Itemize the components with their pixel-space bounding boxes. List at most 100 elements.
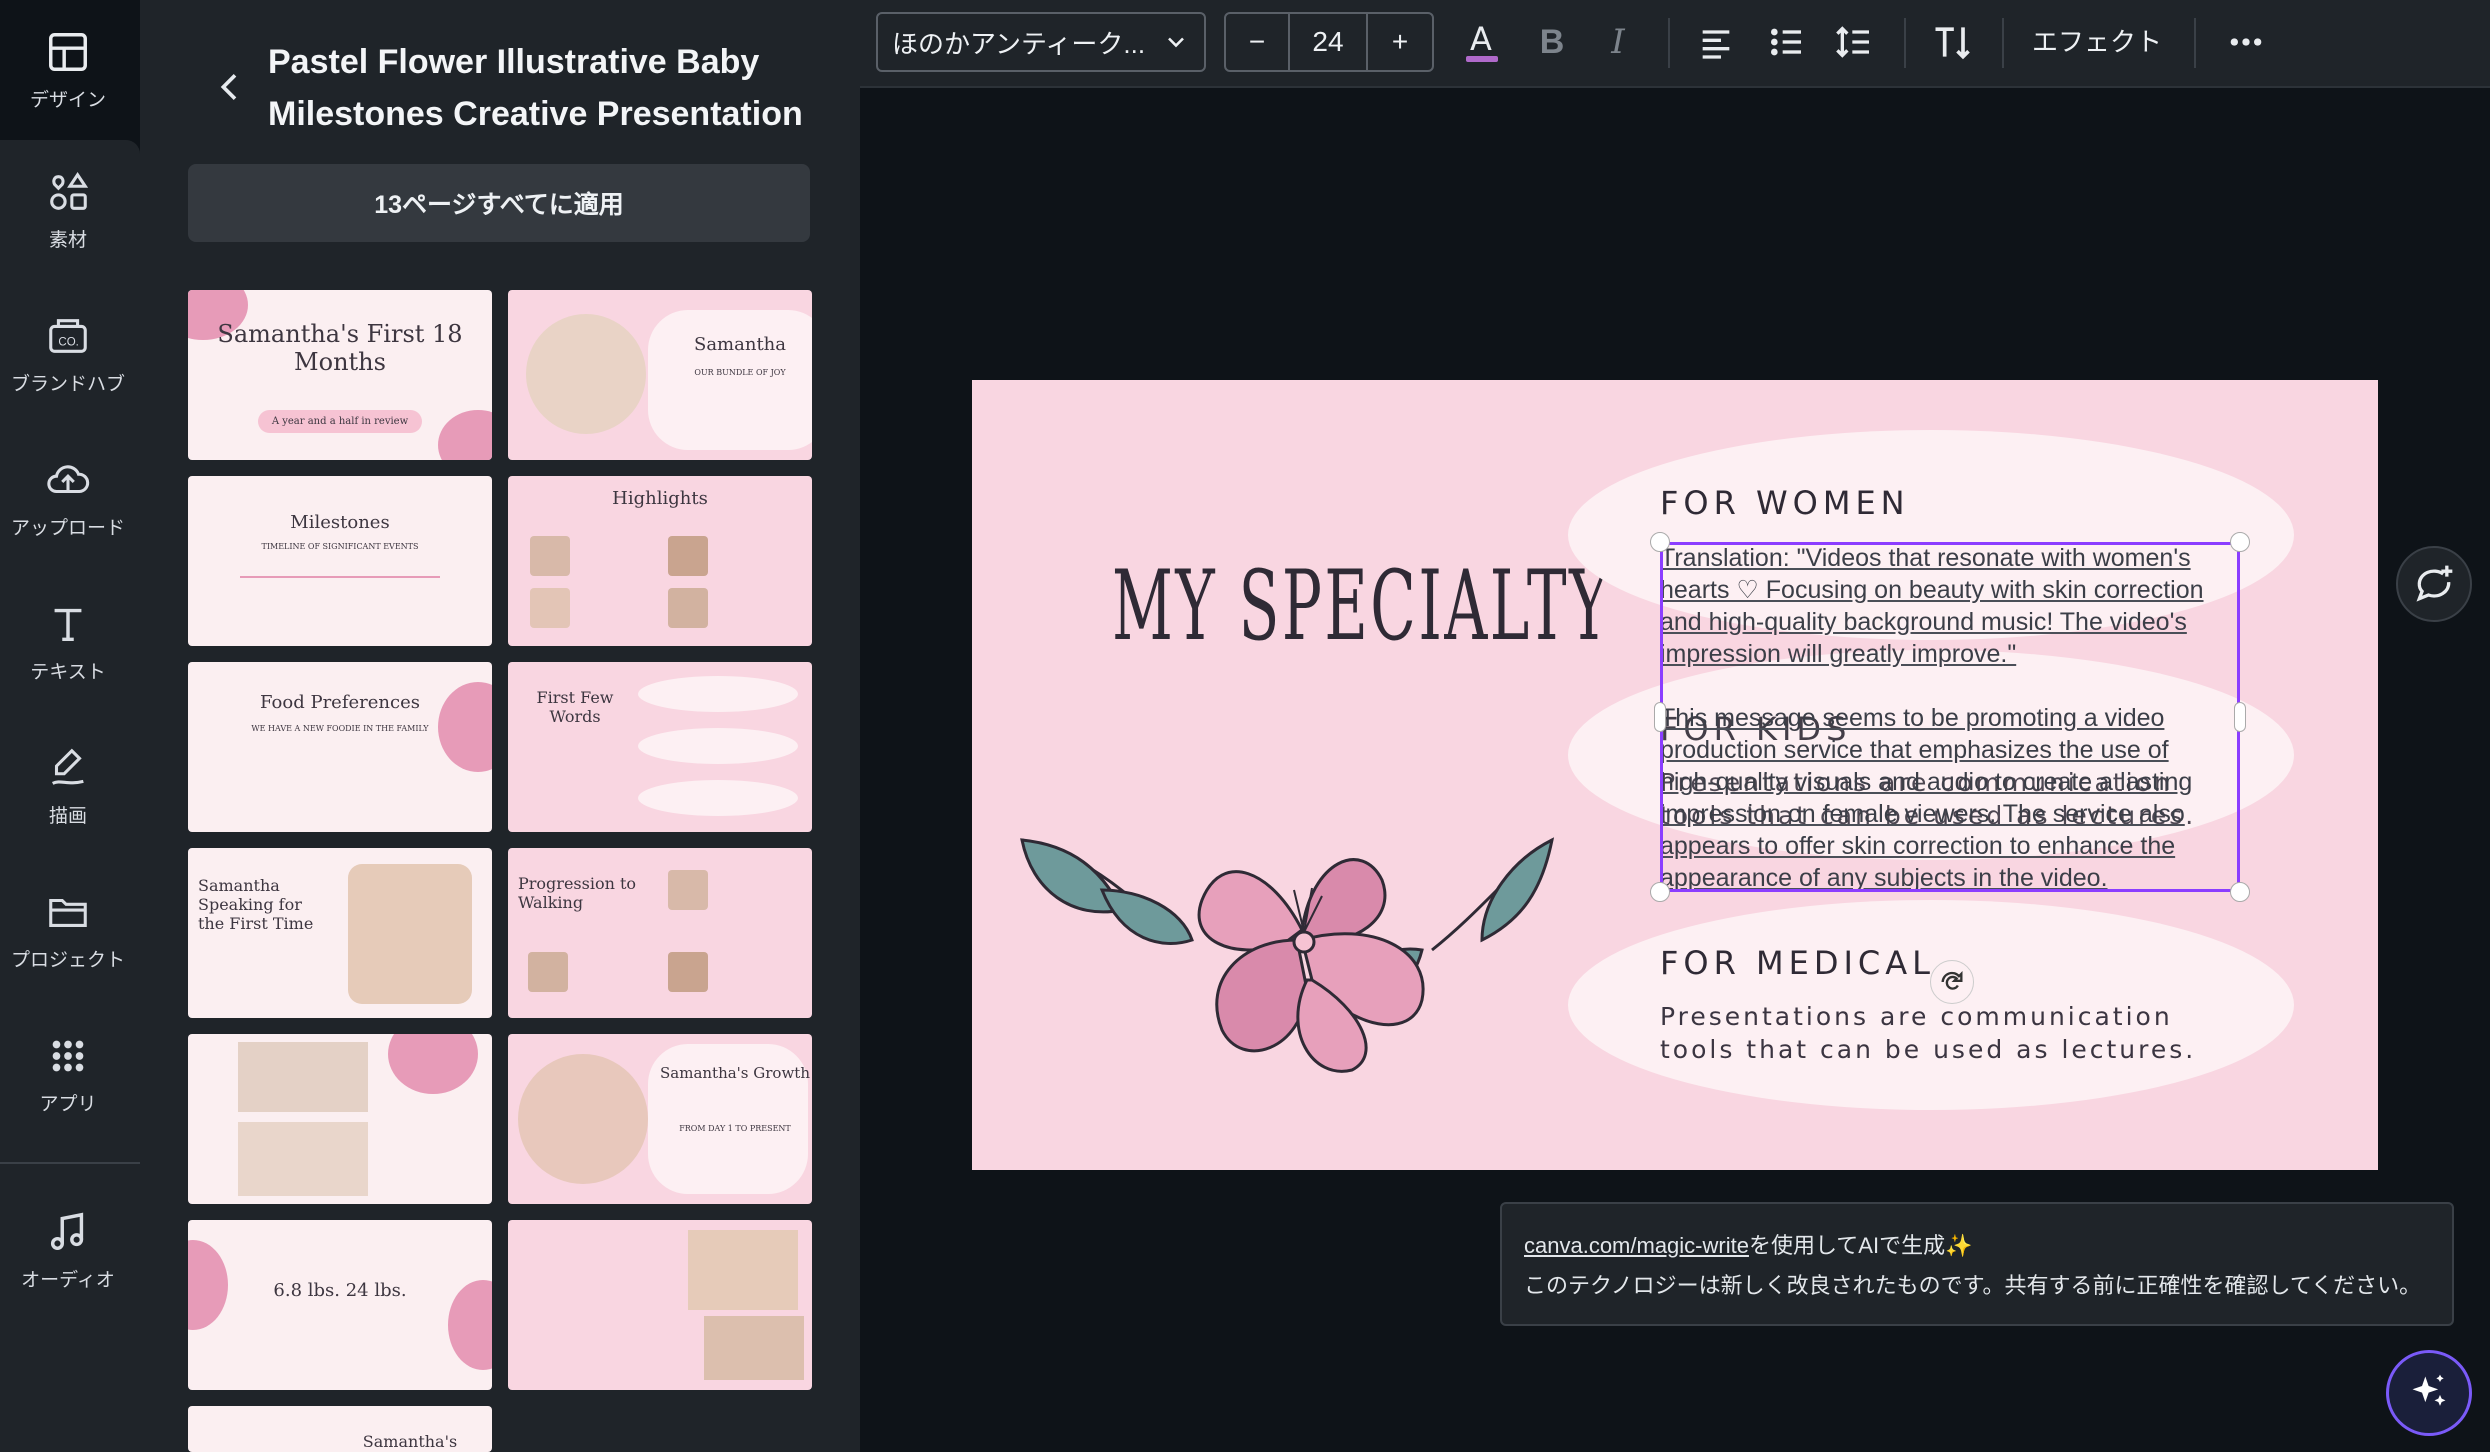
notice-disclaimer: このテクノロジーは新しく改良されたものです。共有する前に正確性を確認してください… — [1524, 1273, 2422, 1298]
side-handle[interactable] — [1654, 702, 1666, 732]
thumbnail-title: Samantha's — [362, 1432, 458, 1451]
text-icon — [54, 608, 82, 641]
photo-placeholder — [518, 1054, 648, 1184]
font-size-stepper[interactable]: − 24 + — [1224, 12, 1434, 72]
template-thumbnail[interactable]: Progression to Walking — [508, 848, 812, 1018]
increase-size-button[interactable]: + — [1368, 14, 1432, 70]
font-size-value[interactable]: 24 — [1290, 14, 1368, 70]
text-pill — [638, 676, 798, 712]
rail-audio[interactable]: オーディオ — [0, 1190, 136, 1310]
section-body[interactable]: Presentations are communication tools th… — [1660, 1000, 2240, 1066]
photo-placeholder — [526, 314, 646, 434]
side-rail: デザイン 素材 CO. ブランドハブ アップロード テキスト 描画 プロジェクト… — [0, 0, 140, 1452]
side-handle[interactable] — [2234, 702, 2246, 732]
italic-icon[interactable]: I — [1590, 14, 1646, 70]
music-icon — [50, 1212, 84, 1250]
rail-label: ブランドハブ — [10, 373, 125, 395]
resize-handle[interactable] — [1650, 532, 1670, 552]
timeline-line — [240, 576, 440, 578]
rail-brand-hub[interactable]: CO. ブランドハブ — [0, 294, 136, 414]
template-thumbnail[interactable]: Samantha Speaking for the First Time — [188, 848, 492, 1018]
photo-placeholder — [688, 1230, 798, 1310]
magic-assistant-button[interactable] — [2386, 1350, 2472, 1436]
flower-illustration[interactable] — [1012, 830, 1572, 1090]
text-orientation-icon[interactable] — [1924, 14, 1980, 70]
rotate-handle[interactable] — [1930, 960, 1974, 1004]
align-left-icon[interactable] — [1688, 14, 1744, 70]
font-selector[interactable]: ほのかアンティーク... — [876, 12, 1206, 72]
add-comment-button[interactable] — [2396, 546, 2472, 622]
section-heading[interactable]: FOR MEDICAL — [1660, 944, 1935, 982]
more-options-icon[interactable] — [2218, 14, 2274, 70]
template-thumbnail[interactable]: 6.8 lbs. 24 lbs. — [188, 1220, 492, 1390]
template-thumbnail[interactable]: First Few Words — [508, 662, 812, 832]
photo-placeholder — [348, 864, 472, 1004]
apps-icon — [52, 1040, 84, 1071]
thumbnail-title: 6.8 lbs. 24 lbs. — [273, 1280, 407, 1301]
bold-icon[interactable]: B — [1524, 14, 1580, 70]
thumbnail-title: Progression to Walking — [518, 874, 637, 912]
rail-design[interactable]: デザイン — [0, 10, 136, 130]
toolbar-divider — [2002, 18, 2004, 68]
svg-text:CO.: CO. — [58, 336, 78, 348]
template-thumbnail[interactable]: Highlights — [508, 476, 812, 646]
resize-handle[interactable] — [2230, 532, 2250, 552]
thumbnail-title: Samantha's First 18 Months — [217, 320, 463, 376]
slide-title[interactable]: MY SPECIALTY — [1112, 550, 1611, 662]
rail-uploads[interactable]: アップロード — [0, 438, 136, 558]
toolbar-divider — [2194, 18, 2196, 68]
photo-placeholder — [668, 588, 708, 628]
rail-text[interactable]: テキスト — [0, 582, 136, 702]
template-thumbnail[interactable]: Food Preferences WE HAVE A NEW FOODIE IN… — [188, 662, 492, 832]
selection-frame — [1660, 542, 2240, 892]
effects-button[interactable]: エフェクト — [2032, 22, 2162, 59]
template-thumbnail[interactable] — [188, 1034, 492, 1204]
template-thumbnail[interactable]: Samantha's Growth FROM DAY 1 TO PRESENT — [508, 1034, 812, 1204]
rail-label: テキスト — [30, 661, 106, 683]
rail-elements[interactable]: 素材 — [0, 150, 136, 270]
thumbnail-subtitle: FROM DAY 1 TO PRESENT — [679, 1124, 791, 1133]
cloud-upload-icon — [47, 464, 90, 493]
template-thumbnail[interactable]: Samantha OUR BUNDLE OF JOY — [508, 290, 812, 460]
rail-projects[interactable]: プロジェクト — [0, 870, 136, 990]
photo-placeholder — [530, 588, 570, 628]
resize-handle[interactable] — [2230, 882, 2250, 902]
photo-placeholder — [668, 952, 708, 992]
chevron-left-icon — [220, 74, 237, 100]
flower-decoration — [188, 1240, 228, 1330]
template-thumbnail[interactable]: Milestones TIMELINE OF SIGNIFICANT EVENT… — [188, 476, 492, 646]
decrease-size-button[interactable]: − — [1226, 14, 1290, 70]
template-thumbnail[interactable] — [508, 1220, 812, 1390]
text-pill — [638, 780, 798, 816]
template-thumbnail[interactable]: Samantha's First 18 Months A year and a … — [188, 290, 492, 460]
toolbar-divider — [1904, 18, 1906, 68]
resize-handle[interactable] — [1650, 882, 1670, 902]
slide-canvas[interactable]: MY SPECIALTY FOR WOMEN FOR KIDS Presenta… — [972, 380, 2378, 1170]
svg-text:A: A — [1470, 20, 1492, 58]
apply-all-pages-button[interactable]: 13ページすべてに適用 — [188, 164, 810, 242]
rail-divider — [0, 1162, 140, 1164]
template-thumbnail[interactable]: Samantha's — [188, 1406, 492, 1452]
rail-apps[interactable]: アプリ — [0, 1014, 136, 1134]
magic-write-link[interactable]: canva.com/magic-write — [1524, 1233, 1749, 1258]
brand-icon: CO. — [49, 318, 87, 353]
folder-icon — [49, 898, 87, 927]
sparkle-icon — [2412, 1374, 2446, 1406]
text-color-button[interactable]: A — [1454, 14, 1510, 70]
line-spacing-icon[interactable] — [1826, 14, 1882, 70]
rail-label: オーディオ — [21, 1269, 115, 1291]
font-name: ほのかアンティーク... — [892, 28, 1146, 59]
text-pill — [638, 728, 798, 764]
design-panel: Pastel Flower Illustrative Baby Mileston… — [140, 0, 860, 1452]
bullet-list-icon[interactable] — [1758, 14, 1814, 70]
rail-draw[interactable]: 描画 — [0, 726, 136, 846]
section-heading[interactable]: FOR WOMEN — [1660, 484, 1910, 522]
text-color-icon: A — [1466, 20, 1498, 62]
thumbnail-title: Samantha's Growth — [660, 1064, 810, 1082]
back-button[interactable] — [210, 62, 250, 112]
text-card — [648, 310, 812, 450]
toolbar-divider — [1668, 18, 1670, 68]
rotate-icon — [1941, 971, 1963, 990]
rail-label: アップロード — [10, 517, 125, 539]
comment-plus-icon — [2416, 565, 2453, 602]
